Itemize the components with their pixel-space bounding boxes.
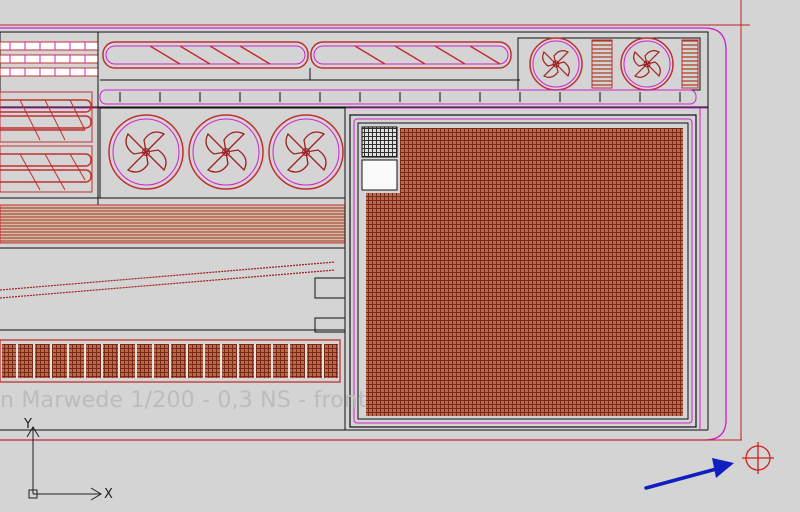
target-crosshair-icon [742, 442, 774, 474]
striped-band [0, 204, 346, 244]
top-fan-group [517, 37, 701, 91]
ucs-x-label: X [104, 487, 113, 502]
drawing-canvas[interactable] [0, 0, 800, 512]
left-top-slats [0, 41, 99, 77]
ucs-y-label: Y [24, 417, 32, 432]
sloped-line [0, 261, 336, 299]
blue-arrow-pointer-icon [644, 458, 734, 490]
middle-fan-group [99, 107, 346, 199]
top-vent-panels [100, 41, 520, 81]
ucs-axis-icon [26, 426, 102, 501]
cad-drawing-viewport[interactable]: n Marwede 1/200 - 0,3 NS - front Y X [0, 0, 800, 512]
drawing-title-watermark: n Marwede 1/200 - 0,3 NS - front [0, 388, 367, 413]
bottom-grille [0, 339, 341, 383]
top-box-strip [99, 89, 697, 105]
large-mesh-panel [349, 114, 697, 428]
